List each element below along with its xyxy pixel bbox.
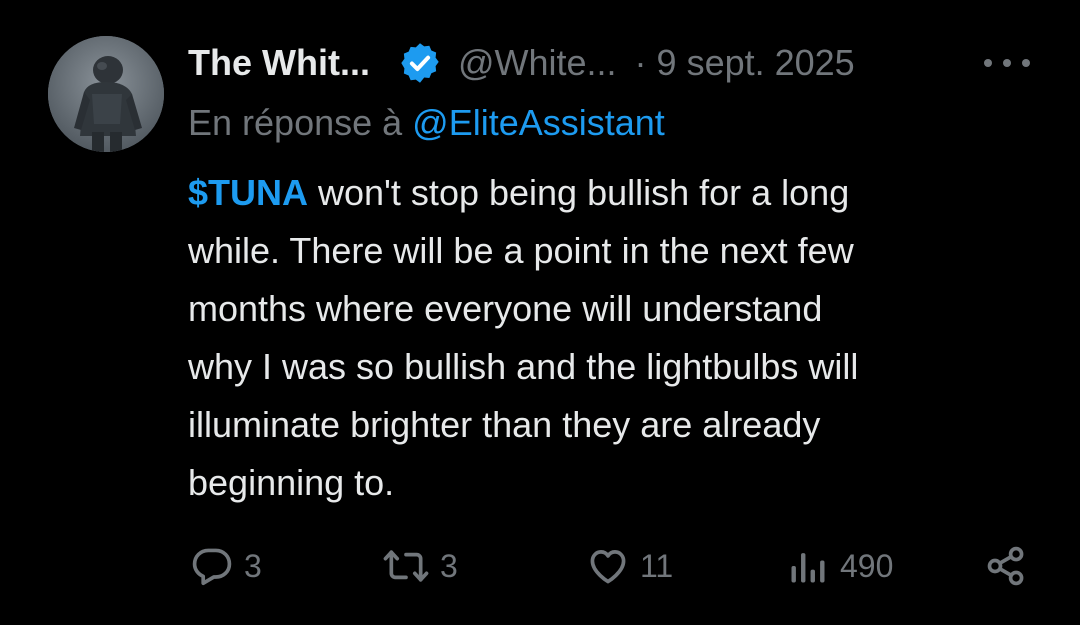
like-icon [590,550,626,584]
tweet-text: $TUNA won't stop being bullish for a lon… [188,164,1048,512]
share-icon [987,546,1024,586]
views-icon [791,553,825,583]
avatar-figure-icon [48,36,164,152]
avatar[interactable] [48,36,164,152]
views-button[interactable]: 490 [786,536,893,596]
reply-context: En réponse à @EliteAssistant [188,102,665,146]
share-button[interactable] [984,536,1028,596]
more-dots-icon[interactable] [984,48,1030,78]
verified-badge-icon [398,41,442,85]
author-handle[interactable]: @White... [458,42,617,84]
tweet-line: $TUNA won't stop being bullish for a lon… [188,164,1048,222]
cashtag-link[interactable]: $TUNA [188,172,308,213]
tweet-line: illuminate brighter than they are alread… [188,404,821,445]
reply-prefix: En réponse à [188,102,403,143]
like-button[interactable]: 11 [586,536,673,596]
tweet-line: beginning to. [188,462,395,503]
retweet-button[interactable]: 3 [382,536,458,596]
tweet-line: why I was so bullish and the lightbulbs … [188,346,859,387]
retweet-icon [383,550,429,582]
meta-separator: · [634,42,647,83]
action-bar: 3 3 11 490 [0,536,1080,596]
reply-icon [192,548,232,586]
retweet-count: 3 [440,547,458,584]
reply-count: 3 [244,547,262,584]
tweet-line: while. There will be a point in the next… [188,230,854,271]
tweet-line: months where everyone will understand [188,288,823,329]
like-count: 11 [640,547,674,584]
tweet-card: The Whit... @White... · 9 sept. 2025 En … [0,0,1080,625]
tweet-line-text: won't stop being bullish for a long [308,172,850,213]
tweet-date[interactable]: 9 sept. 2025 [657,42,855,84]
reply-mention-link[interactable]: @EliteAssistant [412,102,665,143]
display-name[interactable]: The Whit... [188,42,370,84]
views-count: 490 [840,547,894,584]
reply-button[interactable]: 3 [190,536,262,596]
tweet-header: The Whit... @White... · 9 sept. 2025 [188,38,855,88]
